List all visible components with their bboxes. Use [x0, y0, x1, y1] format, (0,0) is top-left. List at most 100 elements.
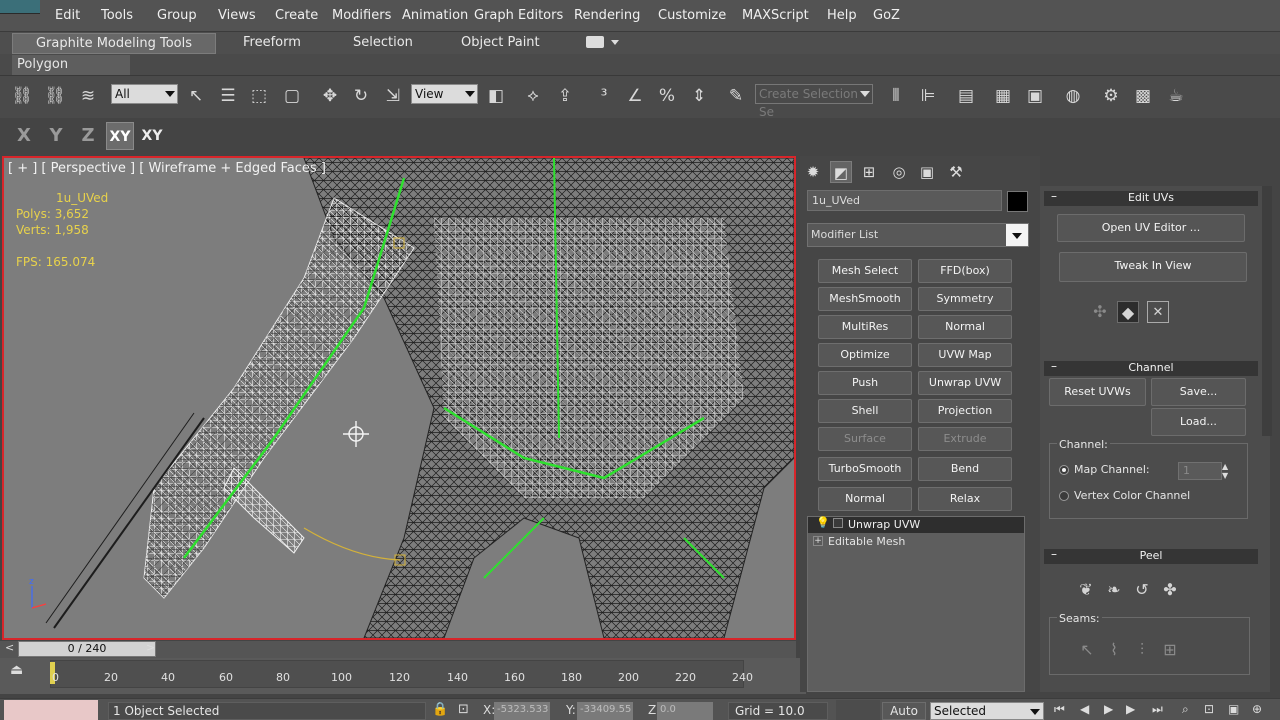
reset-uvws-button[interactable]: Reset UVWs [1049, 378, 1146, 406]
menu-modifiers[interactable]: Modifiers [332, 8, 391, 23]
graphite-toggle-icon[interactable]: ▦ [991, 84, 1015, 108]
selection-filter-select[interactable]: All [111, 84, 178, 104]
modifier-list-select[interactable]: Modifier List [807, 223, 1029, 247]
previous-frame-icon[interactable]: ◀ [1080, 702, 1089, 716]
select-scale-icon[interactable]: ⇲ [381, 84, 405, 108]
tab-freeform[interactable]: Freeform [243, 33, 301, 54]
axis-xy-button[interactable]: XY [106, 122, 134, 150]
expand-plus-icon[interactable]: + [813, 536, 823, 546]
reset-peel-icon[interactable]: ↺ [1131, 579, 1153, 601]
go-to-start-icon[interactable]: ⏮ [1054, 702, 1065, 717]
z-coordinate-field[interactable]: 0.0 [657, 702, 713, 720]
light-bulb-icon[interactable]: 💡 [816, 516, 830, 529]
rectangular-selection-icon[interactable]: ⬚ [247, 84, 271, 108]
reference-coordinate-select[interactable]: View [411, 84, 478, 104]
tab-graphite-modeling-tools[interactable]: Graphite Modeling Tools [12, 33, 216, 54]
menu-tools[interactable]: Tools [101, 8, 133, 23]
menu-create[interactable]: Create [275, 8, 318, 23]
x-coordinate-field[interactable]: -5323.533 [494, 702, 550, 720]
modifier-normal-button-2[interactable]: Normal [818, 487, 912, 511]
menu-animation[interactable]: Animation [402, 8, 468, 23]
select-rotate-icon[interactable]: ↻ [349, 84, 373, 108]
axis-z-button[interactable]: Z [74, 122, 102, 150]
zoom-icon[interactable]: ⌕ [1182, 702, 1189, 717]
modifier-meshsmooth-button[interactable]: MeshSmooth [818, 287, 912, 311]
menu-group[interactable]: Group [157, 8, 197, 23]
menu-graph-editors[interactable]: Graph Editors [474, 8, 563, 23]
render-production-icon[interactable]: ☕ [1164, 84, 1188, 108]
edge-mode-icon[interactable]: ◆ [1117, 301, 1139, 323]
vertex-mode-icon[interactable]: ✣ [1089, 301, 1111, 323]
object-name-field[interactable]: 1u_UVed [807, 190, 1002, 211]
auto-key-button[interactable]: Auto [882, 702, 926, 720]
menu-maxscript[interactable]: MAXScript [742, 8, 809, 23]
edit-seams-icon[interactable]: ↖ [1076, 639, 1098, 661]
render-setup-icon[interactable]: ⚙ [1099, 84, 1123, 108]
select-by-name-icon[interactable]: ☰ [216, 84, 240, 108]
spinner-arrows-icon[interactable]: ▲ ▼ [1222, 462, 1228, 480]
bind-space-warp-icon[interactable]: ≋ [76, 84, 100, 108]
curve-editor-mini-icon[interactable]: ⏏ [10, 662, 23, 678]
utilities-tab-icon[interactable]: ⚒ [945, 161, 967, 183]
menu-help[interactable]: Help [827, 8, 857, 23]
create-tab-icon[interactable]: ✹ [802, 161, 824, 183]
ribbon-options-icon[interactable] [586, 36, 604, 48]
maxscript-listener-mini[interactable] [4, 700, 98, 720]
manipulate-icon[interactable]: ⟡ [521, 84, 545, 108]
align-icon[interactable]: ⊫ [916, 84, 940, 108]
modifier-unwrap-uvw-button[interactable]: Unwrap UVW [918, 371, 1012, 395]
viewport-label[interactable]: [ + ] [ Perspective ] [ Wireframe + Edge… [8, 161, 326, 176]
layer-manager-icon[interactable]: ▤ [954, 84, 978, 108]
rollout-edit-uvs-header[interactable]: – Edit UVs [1044, 189, 1258, 206]
modify-tab-icon[interactable]: ◩ [830, 161, 852, 183]
motion-tab-icon[interactable]: ◎ [888, 161, 910, 183]
mirror-icon[interactable]: ⫴ [884, 84, 908, 108]
peel-mode-icon[interactable]: ❧ [1103, 579, 1125, 601]
object-color-swatch[interactable] [1007, 191, 1028, 212]
selection-lock-icon[interactable]: 🔒 [432, 702, 448, 717]
perspective-viewport[interactable]: z [2, 156, 796, 640]
add-time-tag[interactable] [836, 700, 880, 720]
time-next-icon[interactable]: > [146, 641, 155, 654]
pin-tool-icon[interactable]: ✤ [1159, 579, 1181, 601]
modifier-normal-button[interactable]: Normal [918, 315, 1012, 339]
vertex-color-radio[interactable] [1059, 491, 1069, 501]
menu-customize[interactable]: Customize [658, 8, 726, 23]
modifier-symmetry-button[interactable]: Symmetry [918, 287, 1012, 311]
angle-snap-icon[interactable]: ∠ [623, 84, 647, 108]
field-of-view-icon[interactable]: ▣ [1228, 702, 1239, 716]
rollout-channel-header[interactable]: – Channel [1044, 359, 1258, 376]
time-slider-thumb[interactable]: 0 / 240 [18, 641, 156, 657]
axis-x-button[interactable]: X [10, 122, 38, 150]
menu-goz[interactable]: GoZ [873, 8, 900, 23]
modifier-uvw-map-button[interactable]: UVW Map [918, 343, 1012, 367]
select-move-icon[interactable]: ✥ [318, 84, 342, 108]
modifier-mesh-select-button[interactable]: Mesh Select [818, 259, 912, 283]
select-object-icon[interactable]: ↖ [184, 84, 208, 108]
menu-views[interactable]: Views [218, 8, 256, 23]
time-prev-icon[interactable]: < [5, 641, 14, 654]
modifier-turbosmooth-button[interactable]: TurboSmooth [818, 457, 912, 481]
tweak-in-view-button[interactable]: Tweak In View [1059, 252, 1247, 282]
snaps-toggle-icon[interactable]: ³ [592, 84, 616, 108]
app-logo-icon[interactable] [0, 0, 40, 14]
keyboard-shortcut-override-icon[interactable]: ⇪ [553, 84, 577, 108]
stack-item-editable-mesh[interactable]: Editable Mesh [808, 534, 1024, 550]
key-filter-select[interactable]: Selected [930, 702, 1044, 720]
expand-face-sel-icon[interactable]: ⊞ [1159, 639, 1181, 661]
axis-y-button[interactable]: Y [42, 122, 70, 150]
quick-peel-icon[interactable]: ❦ [1075, 579, 1097, 601]
go-to-end-icon[interactable]: ⏭ [1152, 702, 1163, 717]
pivot-center-icon[interactable]: ◧ [484, 84, 508, 108]
curve-editor-icon[interactable]: ▣ [1023, 84, 1047, 108]
rollout-scrollbar[interactable] [1262, 186, 1272, 436]
orbit-icon[interactable]: ⊕ [1252, 702, 1262, 716]
menu-rendering[interactable]: Rendering [574, 8, 640, 23]
modifier-bend-button[interactable]: Bend [918, 457, 1012, 481]
map-channel-radio[interactable] [1059, 465, 1069, 475]
menu-edit[interactable]: Edit [55, 8, 80, 23]
display-tab-icon[interactable]: ▣ [916, 161, 938, 183]
percent-snap-icon[interactable]: % [655, 84, 679, 108]
expand-icon[interactable] [833, 518, 843, 528]
face-mode-icon[interactable]: ✕ [1147, 301, 1169, 323]
